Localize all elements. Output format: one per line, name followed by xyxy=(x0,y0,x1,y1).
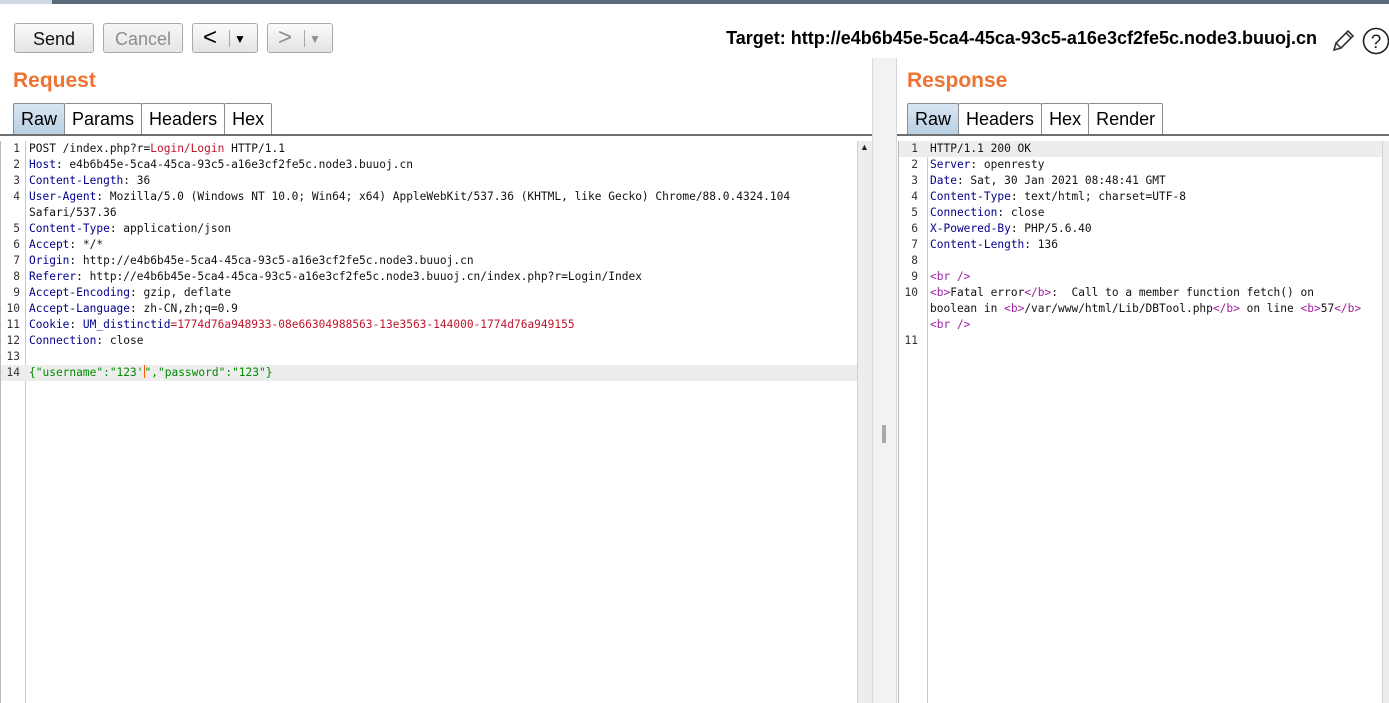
chevron-down-icon[interactable]: ▼ xyxy=(234,25,246,53)
send-button[interactable]: Send xyxy=(14,23,94,53)
code-line: User-Agent: Mozilla/5.0 (Windows NT 10.0… xyxy=(29,190,791,203)
tab-underline xyxy=(897,134,1389,136)
line-number: 7 xyxy=(911,238,918,251)
pencil-icon[interactable] xyxy=(1330,28,1356,54)
back-button[interactable]: < ▼ xyxy=(192,23,258,53)
code-line: <br /> xyxy=(930,318,971,331)
line-number: 10 xyxy=(904,286,918,299)
target-label: Target: http://e4b6b45e-5ca4-45ca-93c5-a… xyxy=(726,28,1317,48)
line-number: 8 xyxy=(911,254,918,267)
line-number: 4 xyxy=(13,190,20,203)
tab-raw[interactable]: Raw xyxy=(907,103,960,135)
code-line: Connection: close xyxy=(29,334,144,347)
back-arrow-icon: < xyxy=(203,24,218,51)
line-number: 8 xyxy=(13,270,20,283)
line-number: 3 xyxy=(13,174,20,187)
line-number: 6 xyxy=(911,222,918,235)
line-number: 11 xyxy=(6,318,20,331)
line-number: 7 xyxy=(13,254,20,267)
response-scrollbar[interactable] xyxy=(1382,141,1389,703)
line-number: 2 xyxy=(911,158,918,171)
line-number: 1 xyxy=(13,142,20,155)
splitter-grip[interactable] xyxy=(882,425,886,443)
request-scrollbar[interactable]: ▲ xyxy=(857,141,872,703)
tab-params[interactable]: Params xyxy=(64,103,143,135)
code-line: Origin: http://e4b6b45e-5ca4-45ca-93c5-a… xyxy=(29,254,474,267)
svg-text:?: ? xyxy=(1371,32,1382,53)
code-line: Content-Type: text/html; charset=UTF-8 xyxy=(930,190,1186,203)
code-line: Accept-Encoding: gzip, deflate xyxy=(29,286,232,299)
response-tabs: Raw Headers Hex Render xyxy=(907,103,1164,135)
code-line: Connection: close xyxy=(930,206,1045,219)
line-number: 9 xyxy=(911,270,918,283)
code-line: Server: openresty xyxy=(930,158,1045,171)
separator xyxy=(229,30,230,47)
code-line: {"username":"123'","password":"123"} xyxy=(29,365,273,379)
tab-headers[interactable]: Headers xyxy=(141,103,226,135)
forward-arrow-icon: > xyxy=(278,24,293,51)
code-line: Safari/537.36 xyxy=(29,206,117,219)
line-number: 11 xyxy=(904,334,918,347)
response-title: Response xyxy=(907,69,1008,92)
code-line: X-Powered-By: PHP/5.6.40 xyxy=(930,222,1092,235)
code-line: <b>Fatal error</b>: Call to a member fun… xyxy=(930,286,1314,299)
request-title: Request xyxy=(13,69,96,92)
code-line: HTTP/1.1 200 OK xyxy=(930,142,1032,155)
code-line: Cookie: UM_distinctid=1774d76a948933-08e… xyxy=(29,318,575,331)
scroll-up-icon[interactable]: ▲ xyxy=(860,142,869,152)
line-number: 5 xyxy=(911,206,918,219)
request-tabs: Raw Params Headers Hex xyxy=(13,103,273,135)
tab-underline xyxy=(0,134,872,136)
tab-hex[interactable]: Hex xyxy=(224,103,273,135)
response-editor[interactable]: 1 HTTP/1.1 200 OK 2 Server: openresty 3 Dat… xyxy=(898,141,1383,703)
code-line: Accept: */* xyxy=(29,238,104,251)
code-line: Content-Length: 136 xyxy=(930,238,1058,251)
code-line: Accept-Language: zh-CN,zh;q=0.9 xyxy=(29,302,238,315)
tab-headers[interactable]: Headers xyxy=(958,103,1043,135)
code-line: Content-Length: 36 xyxy=(29,174,151,187)
line-number: 1 xyxy=(911,142,918,155)
line-number: 3 xyxy=(911,174,918,187)
line-number: 6 xyxy=(13,238,20,251)
code-line: Date: Sat, 30 Jan 2021 08:48:41 GMT xyxy=(930,174,1166,187)
code-line: Content-Type: application/json xyxy=(29,222,232,235)
toolbar: Send Cancel < ▼ > ▼ Target: http://e4b6b… xyxy=(0,4,1389,58)
line-number: 13 xyxy=(6,350,20,363)
line-number: 10 xyxy=(6,302,20,315)
tab-hex[interactable]: Hex xyxy=(1041,103,1090,135)
separator xyxy=(304,30,305,47)
tab-raw[interactable]: Raw xyxy=(13,103,66,135)
code-line: <br /> xyxy=(930,270,971,283)
request-editor[interactable]: 1 POST /index.php?r=Login/Login HTTP/1.1 … xyxy=(0,141,858,703)
line-number: 12 xyxy=(6,334,20,347)
code-line: Host: e4b6b45e-5ca4-45ca-93c5-a16e3cf2fe… xyxy=(29,158,413,171)
cancel-button[interactable]: Cancel xyxy=(103,23,183,53)
line-number: 2 xyxy=(13,158,20,171)
line-number: 5 xyxy=(13,222,20,235)
line-number: 9 xyxy=(13,286,20,299)
pane-splitter[interactable] xyxy=(872,58,897,703)
code-line: Referer: http://e4b6b45e-5ca4-45ca-93c5-… xyxy=(29,270,642,283)
code-line: boolean in <b>/var/www/html/Lib/DBTool.p… xyxy=(930,302,1362,315)
forward-button[interactable]: > ▼ xyxy=(267,23,333,53)
code-line: POST /index.php?r=Login/Login HTTP/1.1 xyxy=(29,142,285,155)
help-icon[interactable]: ? xyxy=(1362,26,1389,56)
line-number: 14 xyxy=(6,366,20,379)
tab-render[interactable]: Render xyxy=(1088,103,1164,135)
line-number: 4 xyxy=(911,190,918,203)
chevron-down-icon[interactable]: ▼ xyxy=(309,25,321,53)
